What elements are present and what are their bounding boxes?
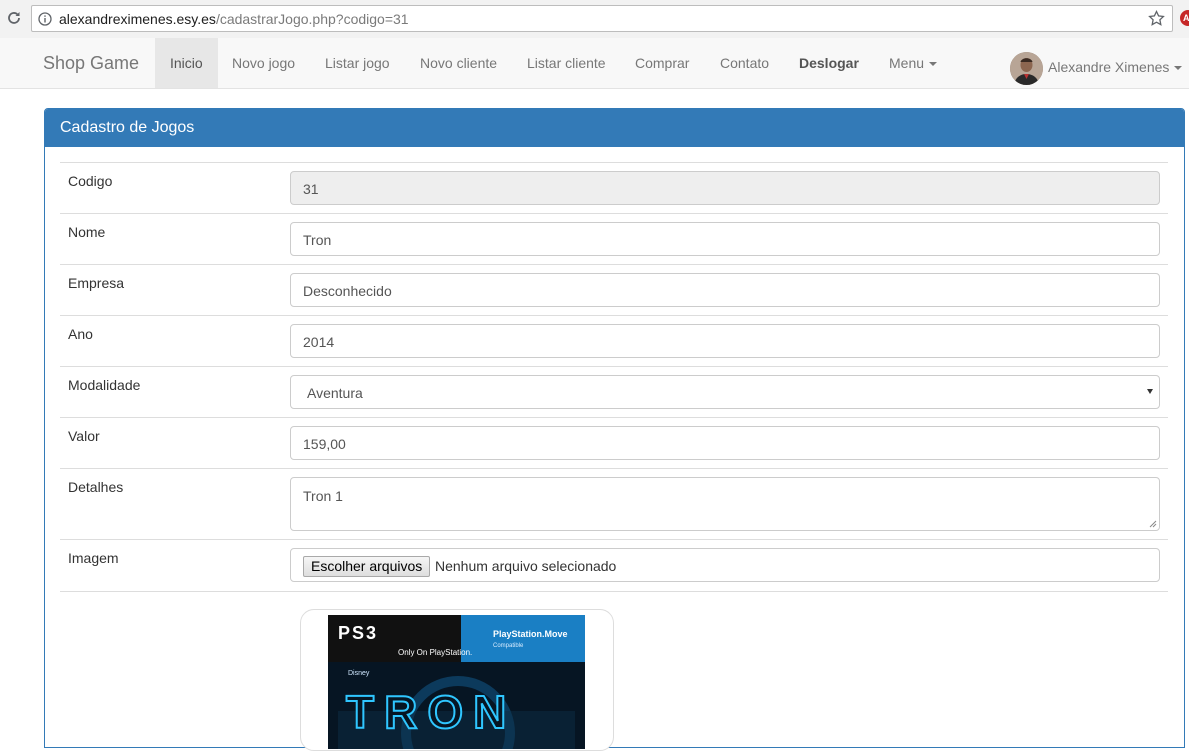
empresa-input[interactable]: Desconhecido [290, 273, 1160, 307]
form-row-valor: Valor 159,00 [60, 417, 1168, 469]
nav-menu-label: Menu [889, 55, 925, 71]
codigo-label: Codigo [68, 173, 113, 189]
valor-label: Valor [68, 428, 100, 444]
modalidade-selected-value: Aventura [307, 385, 363, 401]
navbar: Shop Game Inicio Novo jogo Listar jogo N… [0, 38, 1189, 89]
nav-menu-dropdown[interactable]: Menu [889, 38, 938, 88]
detalhes-text: Tron 1 [303, 488, 343, 504]
extension-icon[interactable]: A [1180, 10, 1189, 26]
imagem-label: Imagem [68, 550, 119, 566]
browser-toolbar: alexandreximenes.esy.es/cadastrarJogo.ph… [0, 0, 1189, 39]
valor-input[interactable]: 159,00 [290, 426, 1160, 460]
nav-item-novo-jogo[interactable]: Novo jogo [232, 38, 295, 88]
form-row-nome: Nome Tron [60, 213, 1168, 265]
url-text: alexandreximenes.esy.es/cadastrarJogo.ph… [59, 11, 409, 27]
url-path: /cadastrarJogo.php?codigo=31 [215, 11, 409, 27]
ano-input[interactable]: 2014 [290, 324, 1160, 358]
cover-move: PlayStation.Move [493, 629, 568, 639]
imagem-file-input[interactable]: Escolher arquivos Nenhum arquivo selecio… [290, 548, 1160, 582]
user-name: Alexandre Ximenes [1048, 59, 1170, 75]
avatar[interactable] [1010, 52, 1043, 85]
cover-platform: PS3 [338, 623, 379, 643]
address-bar[interactable]: alexandreximenes.esy.es/cadastrarJogo.ph… [31, 5, 1173, 32]
cover-move-sub: Compatible [493, 643, 524, 649]
form-row-ano: Ano 2014 [60, 315, 1168, 367]
panel-heading: Cadastro de Jogos [45, 109, 1184, 147]
form-row-modalidade: Modalidade Aventura [60, 366, 1168, 418]
user-menu[interactable]: Alexandre Ximenes [1048, 59, 1183, 75]
url-domain: alexandreximenes.esy.es [59, 11, 216, 27]
reload-icon[interactable] [6, 10, 22, 26]
choose-file-button[interactable]: Escolher arquivos [303, 556, 431, 577]
form-row-detalhes: Detalhes Tron 1 [60, 468, 1168, 540]
codigo-input[interactable]: 31 [290, 171, 1160, 205]
detalhes-textarea[interactable]: Tron 1 [290, 477, 1160, 531]
panel-title: Cadastro de Jogos [60, 119, 195, 136]
nome-label: Nome [68, 224, 106, 240]
nav-item-inicio[interactable]: Inicio [155, 38, 218, 88]
detalhes-label: Detalhes [68, 479, 124, 495]
nav-item-listar-jogo[interactable]: Listar jogo [325, 38, 390, 88]
select-arrow-icon [1147, 389, 1153, 394]
resize-grip-icon[interactable] [1149, 520, 1157, 528]
cover-publisher: Disney [348, 670, 370, 677]
nav-item-listar-cliente[interactable]: Listar cliente [527, 38, 606, 88]
form-row-imagem: Imagem Escolher arquivos Nenhum arquivo … [60, 539, 1168, 592]
modalidade-label: Modalidade [68, 377, 141, 393]
form-row-codigo: Codigo 31 [60, 162, 1168, 214]
caret-down-icon [929, 62, 938, 67]
game-cover-image: PS3 Only On PlayStation. PlayStation.Mov… [328, 615, 585, 749]
bookmark-star-icon[interactable] [1148, 10, 1165, 27]
caret-down-icon [1174, 66, 1183, 71]
form-row-empresa: Empresa Desconhecido [60, 264, 1168, 316]
cover-exclusive: Only On PlayStation. [398, 648, 473, 657]
nav-item-deslogar[interactable]: Deslogar [799, 38, 859, 88]
nav-item-contato[interactable]: Contato [720, 38, 769, 88]
cover-title: TRON [345, 685, 517, 739]
nav-item-comprar[interactable]: Comprar [635, 38, 689, 88]
user-photo [1010, 52, 1043, 85]
info-icon[interactable] [38, 12, 52, 26]
nome-input[interactable]: Tron [290, 222, 1160, 256]
modalidade-select[interactable]: Aventura [290, 375, 1160, 409]
navbar-brand[interactable]: Shop Game [43, 53, 139, 74]
empresa-label: Empresa [68, 275, 125, 291]
cadastro-panel: Cadastro de Jogos Codigo 31 Nome Tron Em… [44, 108, 1185, 751]
nav-item-novo-cliente[interactable]: Novo cliente [420, 38, 497, 88]
file-status-text: Nenhum arquivo selecionado [435, 558, 617, 574]
ano-label: Ano [68, 326, 93, 342]
